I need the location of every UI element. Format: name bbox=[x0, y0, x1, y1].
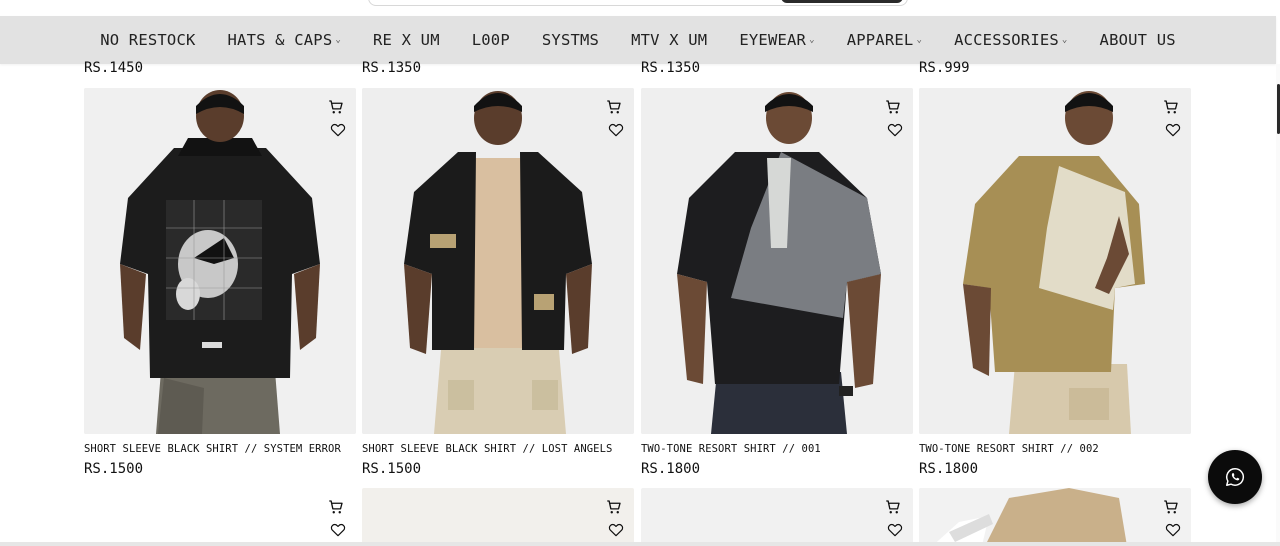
nav-item-mtv-x-um[interactable]: MTV X UM bbox=[631, 31, 707, 49]
whatsapp-chat-button[interactable] bbox=[1208, 450, 1262, 504]
cart-icon[interactable] bbox=[1162, 98, 1180, 116]
product-price: RS.1800 bbox=[919, 461, 979, 477]
nav-label: ACCESSORIES bbox=[954, 31, 1059, 49]
nav-label: HATS & CAPS bbox=[227, 31, 333, 49]
nav-item-re-x-um[interactable]: RE X UM bbox=[373, 31, 440, 49]
product-title[interactable]: SHORT SLEEVE BLACK SHIRT // LOST ANGELS bbox=[362, 443, 612, 455]
cart-icon[interactable] bbox=[1162, 498, 1180, 516]
heart-icon[interactable] bbox=[608, 122, 626, 140]
product-price: RS.1450 bbox=[84, 60, 144, 76]
cart-icon[interactable] bbox=[884, 98, 902, 116]
scrollbar-track[interactable] bbox=[1276, 64, 1280, 546]
model-photo bbox=[84, 88, 356, 434]
model-photo bbox=[919, 88, 1191, 434]
nav-label: RE X UM bbox=[373, 31, 440, 49]
product-price: RS.1500 bbox=[362, 461, 422, 477]
chevron-down-icon: ⌄ bbox=[809, 35, 815, 45]
product-image[interactable] bbox=[641, 488, 913, 546]
model-photo bbox=[362, 88, 634, 434]
whatsapp-icon bbox=[1226, 468, 1245, 486]
product-image[interactable] bbox=[362, 488, 634, 546]
heart-icon[interactable] bbox=[1165, 522, 1183, 540]
heart-icon[interactable] bbox=[330, 522, 348, 540]
product-price: RS.1350 bbox=[641, 60, 701, 76]
cart-icon[interactable] bbox=[884, 498, 902, 516]
product-price: RS.1500 bbox=[84, 461, 144, 477]
product-image[interactable] bbox=[84, 88, 356, 434]
chevron-down-icon: ⌄ bbox=[335, 35, 341, 45]
product-image[interactable] bbox=[362, 88, 634, 434]
nav-item-loop[interactable]: L00P bbox=[472, 31, 510, 49]
product-image[interactable] bbox=[641, 88, 913, 434]
chevron-down-icon: ⌄ bbox=[916, 35, 923, 45]
nav-label: APPAREL bbox=[846, 31, 914, 49]
bottom-divider bbox=[0, 542, 1280, 546]
product-image[interactable] bbox=[919, 88, 1191, 434]
nav-item-about-us[interactable]: ABOUT US bbox=[1100, 31, 1176, 49]
product-price: RS.1800 bbox=[641, 461, 701, 477]
nav-item-apparel[interactable]: APPAREL ⌄ bbox=[847, 31, 922, 49]
product-title[interactable]: TWO-TONE RESORT SHIRT // 001 bbox=[641, 443, 821, 455]
product-price: RS.999 bbox=[919, 60, 970, 76]
heart-icon[interactable] bbox=[887, 122, 905, 140]
product-title[interactable]: TWO-TONE RESORT SHIRT // 002 bbox=[919, 443, 1099, 455]
nav-item-eyewear[interactable]: EYEWEAR ⌄ bbox=[739, 31, 814, 49]
heart-icon[interactable] bbox=[887, 522, 905, 540]
product-image[interactable] bbox=[84, 488, 356, 546]
nav-item-accessories[interactable]: ACCESSORIES ⌄ bbox=[954, 31, 1067, 49]
cart-icon[interactable] bbox=[605, 98, 623, 116]
search-bar[interactable] bbox=[368, 0, 908, 6]
product-title[interactable]: SHORT SLEEVE BLACK SHIRT // SYSTEM ERROR bbox=[84, 443, 341, 455]
heart-icon[interactable] bbox=[608, 522, 626, 540]
cart-icon[interactable] bbox=[327, 498, 345, 516]
product-price: RS.1350 bbox=[362, 60, 422, 76]
nav-label: SYSTMS bbox=[541, 31, 600, 49]
nav-item-hats-caps[interactable]: HATS & CAPS ⌄ bbox=[228, 31, 341, 49]
nav-label: EYEWEAR bbox=[739, 31, 807, 49]
cart-icon[interactable] bbox=[327, 98, 345, 116]
chevron-down-icon: ⌄ bbox=[1061, 35, 1068, 45]
nav-item-no-restock[interactable]: NO RESTOCK bbox=[100, 31, 195, 49]
nav-label: MTV X UM bbox=[631, 31, 708, 49]
product-image[interactable] bbox=[919, 488, 1191, 546]
nav-label: ABOUT US bbox=[1099, 31, 1176, 49]
nav-item-systms[interactable]: SYSTMS bbox=[542, 31, 599, 49]
main-nav: NO RESTOCK HATS & CAPS ⌄ RE X UM L00P SYS… bbox=[0, 16, 1276, 64]
model-photo bbox=[641, 88, 913, 434]
search-button[interactable] bbox=[781, 0, 903, 3]
heart-icon[interactable] bbox=[1165, 122, 1183, 140]
cart-icon[interactable] bbox=[605, 498, 623, 516]
nav-label: NO RESTOCK bbox=[100, 31, 196, 49]
nav-label: L00P bbox=[471, 31, 510, 49]
heart-icon[interactable] bbox=[330, 122, 348, 140]
model-photo bbox=[919, 488, 1191, 546]
